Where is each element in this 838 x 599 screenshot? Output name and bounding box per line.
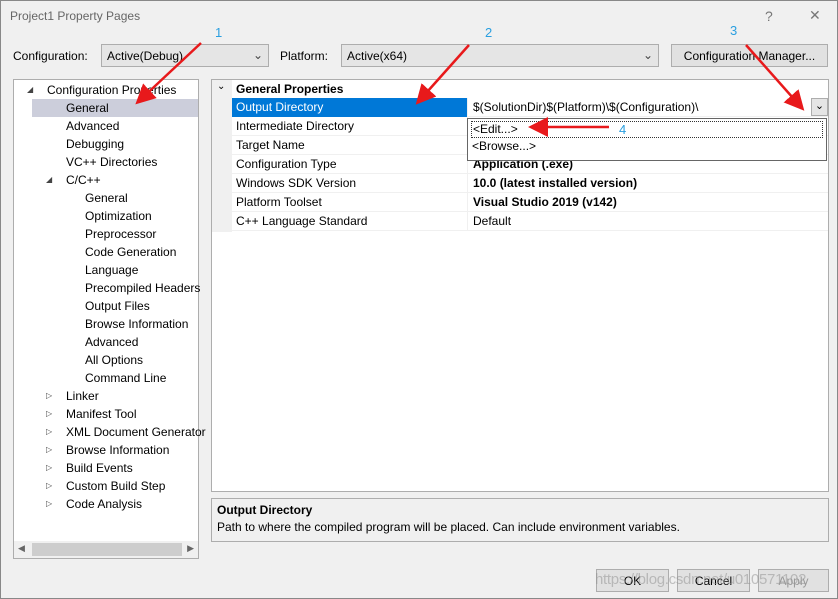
annotation-number-4: 4	[619, 122, 627, 137]
annotation-arrow-2	[415, 44, 470, 105]
annotation-arrow-1	[135, 42, 202, 105]
annotation-number-1: 1	[215, 25, 223, 40]
annotation-number-2: 2	[485, 25, 493, 40]
annotation-arrow-3	[745, 44, 805, 111]
annotation-number-3: 3	[730, 23, 738, 38]
annotation-overlay	[135, 42, 805, 137]
